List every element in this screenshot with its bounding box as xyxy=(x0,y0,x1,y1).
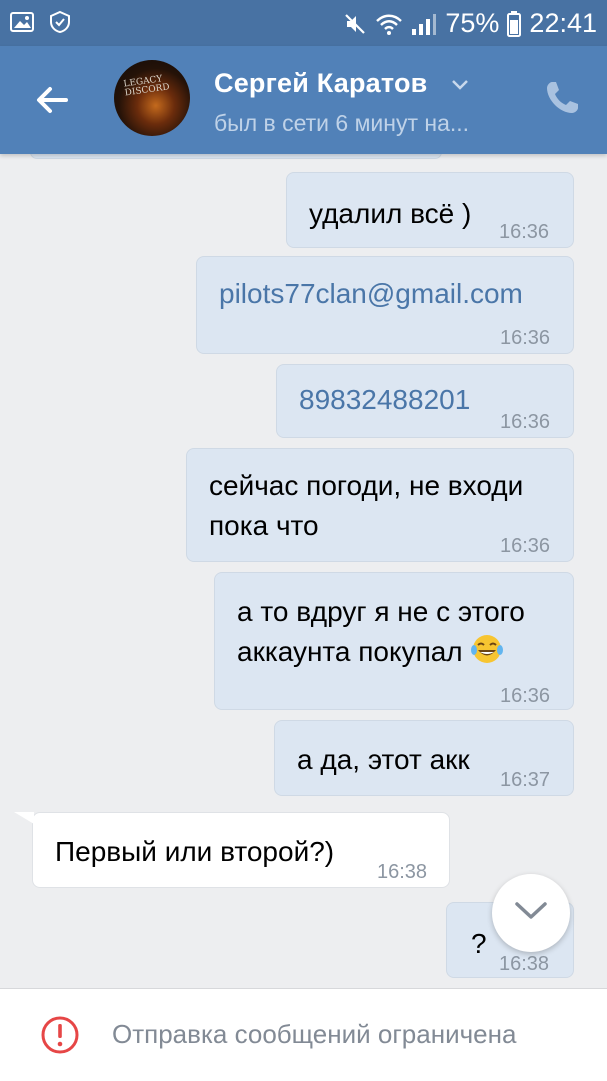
tears-of-joy-emoji xyxy=(470,633,504,665)
message-bubble[interactable]: а то вдруг я не с этого аккаунта покупал… xyxy=(214,572,574,710)
message-time: 16:36 xyxy=(499,221,550,243)
chevron-down-icon[interactable] xyxy=(450,78,470,97)
warning-icon xyxy=(40,1015,80,1055)
status-bar: 75% 22:41 xyxy=(0,0,607,46)
message-time: 16:36 xyxy=(500,411,551,433)
email-link[interactable]: pilots77clan@gmail.com xyxy=(219,273,523,315)
message-bubble[interactable]: удалил всё ) 16:36 xyxy=(286,172,574,248)
message-text-line: сейчас погоди, не входи xyxy=(209,470,524,501)
message-text-segment: аккаунта покупал xyxy=(237,636,463,667)
avatar-text: LEGACY DISCORD xyxy=(122,74,171,99)
message-bubble[interactable]: 89832488201 16:36 xyxy=(276,364,574,438)
phone-number-link[interactable]: 89832488201 xyxy=(299,379,470,421)
signal-icon xyxy=(411,12,437,36)
message-time: 16:38 xyxy=(377,861,428,883)
messaging-restricted-bar: Отправка сообщений ограничена xyxy=(0,988,607,1081)
wifi-icon xyxy=(375,12,403,36)
message-bubble[interactable]: pilots77clan@gmail.com 16:36 xyxy=(196,256,574,354)
message-time: 16:36 xyxy=(500,535,551,557)
clock: 22:41 xyxy=(529,8,597,38)
message-text: а да, этот акк xyxy=(297,744,470,775)
message-bubble[interactable]: сейчас погоди, не входи пока что 16:36 xyxy=(186,448,574,562)
back-arrow-icon[interactable] xyxy=(30,78,74,122)
contact-status: был в сети 6 минут на... xyxy=(214,110,470,136)
chat-header: LEGACY DISCORD Сергей Каратов был в сети… xyxy=(0,46,607,154)
message-text: удалил всё ) xyxy=(309,198,472,229)
message-text-line: пока что xyxy=(209,510,319,541)
incoming-bubble-tail xyxy=(14,812,34,824)
message-time: 16:36 xyxy=(500,327,551,349)
message-time: 16:36 xyxy=(500,685,551,707)
mute-icon xyxy=(343,12,367,36)
message-time: 16:37 xyxy=(500,769,551,791)
restricted-message: Отправка сообщений ограничена xyxy=(112,1019,517,1049)
phone-icon[interactable] xyxy=(542,78,582,118)
message-text-line: аккаунта покупал xyxy=(237,631,504,673)
contact-name[interactable]: Сергей Каратов xyxy=(214,68,427,99)
shield-icon xyxy=(48,10,72,34)
message-bubble-incoming[interactable]: Первый или второй?) 16:38 xyxy=(32,812,450,888)
battery-icon xyxy=(507,10,522,37)
scroll-to-bottom-button[interactable] xyxy=(492,874,570,952)
message-text: ? xyxy=(471,928,487,959)
message-text: Первый или второй?) xyxy=(55,836,335,867)
message-bubble[interactable]: а да, этот акк 16:37 xyxy=(274,720,574,796)
avatar[interactable]: LEGACY DISCORD xyxy=(114,60,190,136)
battery-percent: 75% xyxy=(445,8,500,38)
gallery-icon xyxy=(10,10,34,34)
message-text-line: а то вдруг я не с этого xyxy=(237,596,525,627)
chevron-down-icon xyxy=(513,900,549,927)
